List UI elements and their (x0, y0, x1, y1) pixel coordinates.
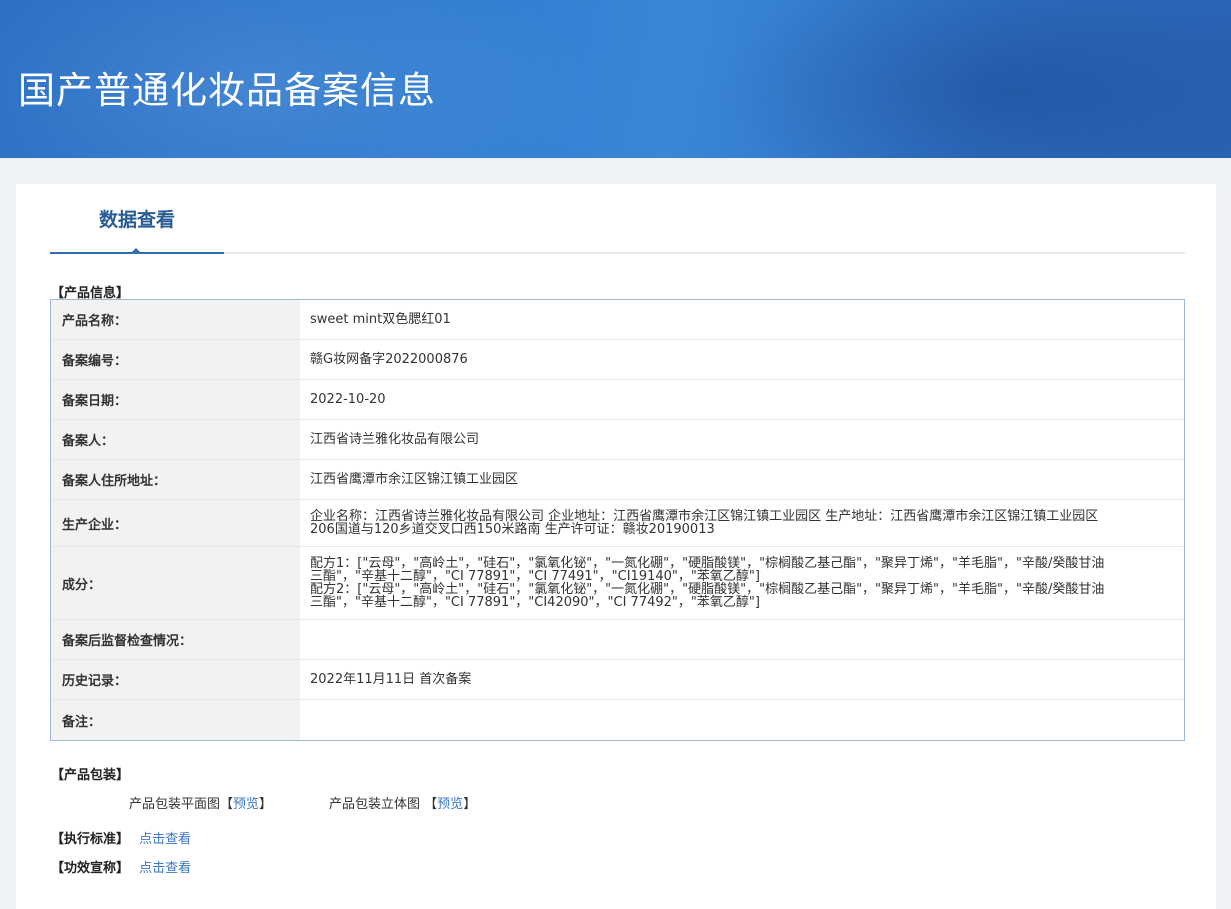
flat-preview-link[interactable]: 预览 (233, 797, 259, 812)
bracket: 【 (220, 797, 234, 812)
tab-data-view[interactable]: 数据查看 (50, 184, 224, 254)
row-value: 企业名称：江西省诗兰雅化妆品有限公司 企业地址：江西省鹰潭市余江区锦江镇工业园区… (300, 500, 1184, 546)
table-row: 备案日期： 2022-10-20 (51, 380, 1184, 420)
packaging-solid: 产品包装立体图 【预览】 (329, 793, 476, 812)
row-value: 赣G妆网备字2022000876 (310, 352, 468, 367)
value-line: 206国道与120乡道交叉口西150米路南 生产许可证：赣妆20190013 (310, 522, 715, 537)
table-row: 备案人住所地址： 江西省鹰潭市余江区锦江镇工业园区 (51, 460, 1184, 500)
product-info-table: 产品名称： sweet mint双色腮红01 备案编号： 赣G妆网备字20220… (50, 299, 1185, 741)
row-label: 备案人： (51, 420, 300, 459)
table-row: 备案人： 江西省诗兰雅化妆品有限公司 (51, 420, 1184, 460)
row-label: 生产企业： (51, 500, 300, 546)
bracket: 】 (463, 797, 477, 812)
efficacy-view-link[interactable]: 点击查看 (139, 861, 191, 876)
solid-preview-link[interactable]: 预览 (437, 797, 463, 812)
packaging-flat: 产品包装平面图【预览】 (129, 793, 272, 812)
standard-view-link[interactable]: 点击查看 (139, 832, 191, 847)
tab-caret-icon (130, 248, 142, 254)
standard-heading: 【执行标准】 (51, 832, 130, 847)
table-row: 生产企业： 企业名称：江西省诗兰雅化妆品有限公司 企业地址：江西省鹰潭市余江区锦… (51, 500, 1184, 547)
efficacy-row: 【功效宣称】 点击查看 (51, 857, 191, 876)
packaging-solid-label: 产品包装立体图 (329, 797, 421, 812)
row-value: 2022年11月11日 首次备案 (310, 672, 472, 687)
row-value: sweet mint双色腮红01 (310, 312, 451, 327)
packaging-heading: 【产品包装】 (51, 768, 130, 783)
table-row: 备案后监督检查情况： (51, 620, 1184, 660)
row-value: 江西省诗兰雅化妆品有限公司 (310, 432, 480, 447)
row-label: 备案日期： (51, 380, 300, 419)
standard-row: 【执行标准】 点击查看 (51, 828, 191, 847)
row-label: 历史记录： (51, 660, 300, 699)
table-row: 备注： (51, 700, 1184, 740)
row-label: 成分： (51, 547, 300, 619)
row-value: 2022-10-20 (310, 392, 386, 407)
tab-label: 数据查看 (98, 208, 175, 231)
page-title: 国产普通化妆品备案信息 (18, 69, 436, 112)
bracket: 【 (424, 797, 438, 812)
efficacy-heading: 【功效宣称】 (51, 861, 130, 876)
main-content: 数据查看 【产品信息】 产品名称： sweet mint双色腮红01 备案编号：… (16, 184, 1216, 909)
row-value (300, 700, 1184, 740)
row-label: 备注： (51, 700, 300, 740)
table-row: 备案编号： 赣G妆网备字2022000876 (51, 340, 1184, 380)
row-value (300, 620, 1184, 659)
row-value: 江西省鹰潭市余江区锦江镇工业园区 (310, 472, 519, 487)
row-label: 备案人住所地址： (51, 460, 300, 499)
row-value: 配方1：["云母"，"高岭土"，"硅石"，"氯氧化铋"，"一氮化硼"，"硬脂酸镁… (300, 547, 1184, 619)
table-row: 产品名称： sweet mint双色腮红01 (51, 300, 1184, 340)
tab-bar: 数据查看 (50, 184, 1185, 254)
row-label: 产品名称： (51, 300, 300, 339)
table-row: 历史记录： 2022年11月11日 首次备案 (51, 660, 1184, 700)
row-label: 备案后监督检查情况： (51, 620, 300, 659)
table-row: 成分： 配方1：["云母"，"高岭土"，"硅石"，"氯氧化铋"，"一氮化硼"，"… (51, 547, 1184, 620)
row-label: 备案编号： (51, 340, 300, 379)
value-line: 三酯"，"辛基十二醇"，"CI 77891"，"CI42090"，"CI 774… (310, 595, 760, 610)
packaging-flat-label: 产品包装平面图 (129, 797, 221, 812)
bracket: 】 (259, 797, 273, 812)
header-banner: 国产普通化妆品备案信息 (0, 0, 1231, 158)
